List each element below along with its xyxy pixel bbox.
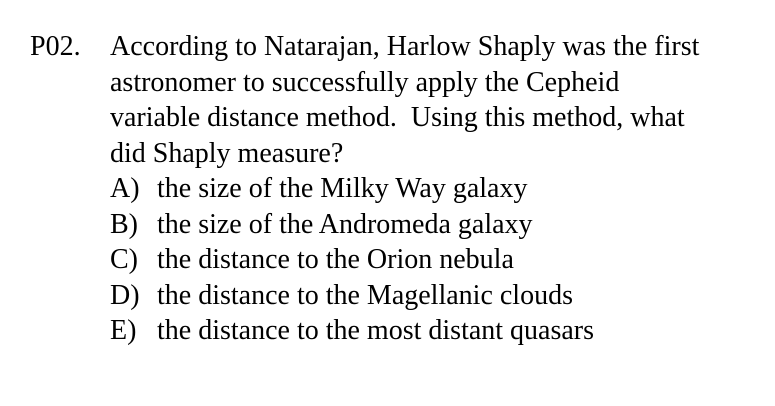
choice-letter: B) [110,208,138,240]
choice-text: the distance to the Orion nebula [157,244,514,275]
choice-text: the distance to the most distant quasars [157,315,595,346]
question-line: variable distance method. Using this met… [110,102,685,133]
question-number: P02. [30,31,81,62]
question-body: According to Natarajan, Harlow Shaply wa… [110,29,770,349]
choice-a: A) the size of the Milky Way galaxy [110,171,770,207]
question-block: P02. According to Natarajan, Harlow Shap… [30,29,770,349]
question-line: According to Natarajan, Harlow Shaply wa… [110,31,700,62]
choice-letter: D) [110,279,140,311]
choice-letter: A) [110,173,140,204]
choice-text: the distance to the Magellanic clouds [157,279,573,311]
choice-c: C) the distance to the Orion nebula [110,242,770,278]
choice-e: E) the distance to the most distant quasa… [110,313,770,349]
choice-text: the size of the Andromeda galaxy [157,208,533,240]
choice-d: D) the distance to the Magellanic clouds [110,278,770,314]
choice-letter: E) [110,315,137,346]
choice-letter: C) [110,244,138,275]
choice-b: B) the size of the Andromeda galaxy [110,207,770,243]
question-line: did Shaply measure? [110,137,344,169]
question-line: astronomer to successfully apply the Cep… [110,66,620,98]
choice-text: the size of the Milky Way galaxy [157,173,528,204]
